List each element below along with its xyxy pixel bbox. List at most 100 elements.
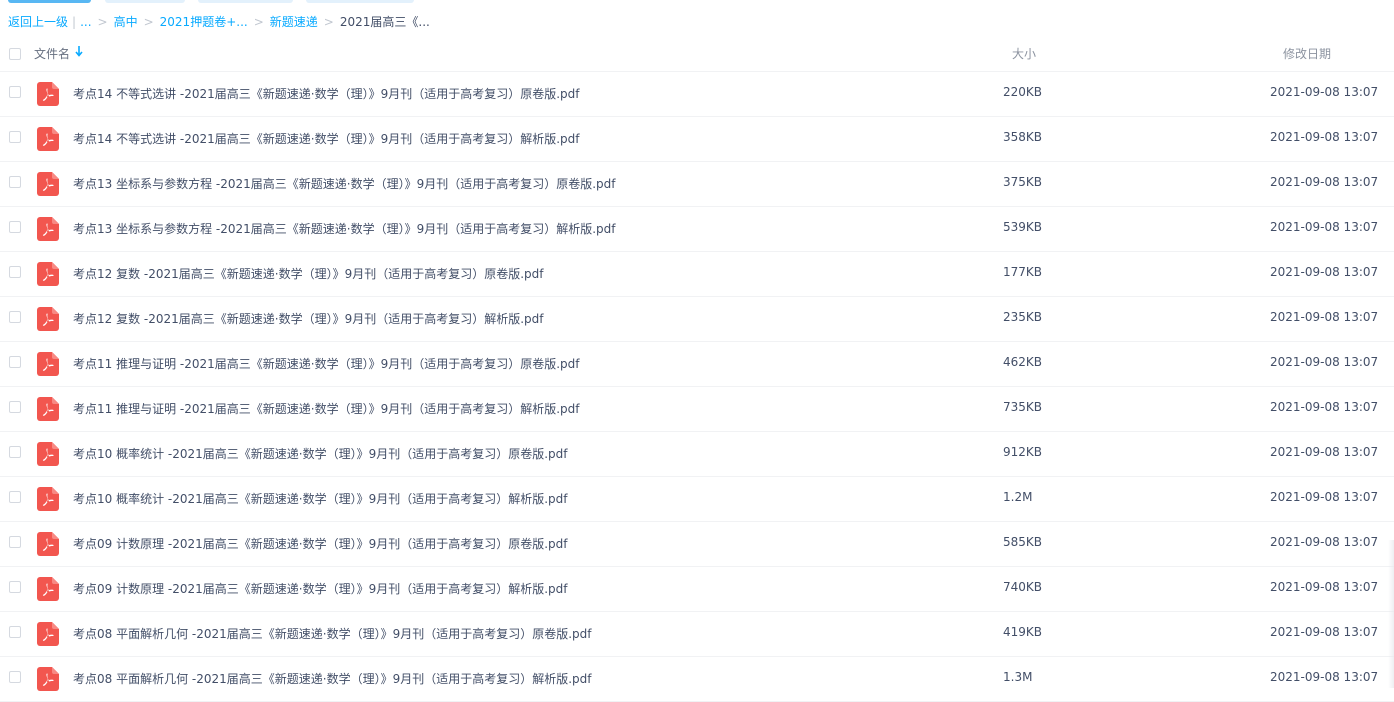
file-size: 375KB: [1003, 175, 1043, 189]
file-row[interactable]: 考点12 复数 -2021届高三《新题速递·数学（理）》9月刊（适用于高考复习）…: [0, 252, 1394, 297]
file-list: 考点14 不等式选讲 -2021届高三《新题速递·数学（理）》9月刊（适用于高考…: [0, 72, 1394, 702]
file-size: 235KB: [1003, 310, 1043, 324]
file-row[interactable]: 考点14 不等式选讲 -2021届高三《新题速递·数学（理）》9月刊（适用于高考…: [0, 72, 1394, 117]
breadcrumb-item-yatijuan[interactable]: 2021押题卷+...: [160, 15, 248, 29]
file-row-checkbox[interactable]: [9, 581, 21, 593]
file-name-link[interactable]: 考点13 坐标系与参数方程 -2021届高三《新题速递·数学（理）》9月刊（适用…: [73, 220, 616, 237]
file-name-link[interactable]: 考点12 复数 -2021届高三《新题速递·数学（理）》9月刊（适用于高考复习）…: [73, 310, 544, 327]
file-size: 740KB: [1003, 580, 1043, 594]
file-modified-date: 2021-09-08 13:07: [1270, 670, 1379, 684]
select-all-checkbox[interactable]: [9, 48, 21, 60]
file-name-link[interactable]: 考点08 平面解析几何 -2021届高三《新题速递·数学（理）》9月刊（适用于高…: [73, 625, 592, 642]
file-row-checkbox[interactable]: [9, 401, 21, 413]
file-modified-date: 2021-09-08 13:07: [1270, 535, 1379, 549]
file-modified-date: 2021-09-08 13:07: [1270, 130, 1379, 144]
column-header-date[interactable]: 修改日期: [1283, 45, 1331, 62]
file-name-link[interactable]: 考点11 推理与证明 -2021届高三《新题速递·数学（理）》9月刊（适用于高考…: [73, 400, 580, 417]
file-name-link[interactable]: 考点14 不等式选讲 -2021届高三《新题速递·数学（理）》9月刊（适用于高考…: [73, 130, 580, 147]
file-row[interactable]: 考点11 推理与证明 -2021届高三《新题速递·数学（理）》9月刊（适用于高考…: [0, 342, 1394, 387]
file-name-link[interactable]: 考点13 坐标系与参数方程 -2021届高三《新题速递·数学（理）》9月刊（适用…: [73, 175, 616, 192]
file-modified-date: 2021-09-08 13:07: [1270, 400, 1379, 414]
file-row[interactable]: 考点13 坐标系与参数方程 -2021届高三《新题速递·数学（理）》9月刊（适用…: [0, 162, 1394, 207]
file-modified-date: 2021-09-08 13:07: [1270, 625, 1379, 639]
file-name-link[interactable]: 考点08 平面解析几何 -2021届高三《新题速递·数学（理）》9月刊（适用于高…: [73, 670, 592, 687]
breadcrumb-current: 2021届高三《...: [339, 15, 430, 29]
breadcrumb-separator: >: [97, 15, 108, 29]
top-tab[interactable]: [105, 0, 185, 3]
file-modified-date: 2021-09-08 13:07: [1270, 490, 1379, 504]
file-size: 1.3M: [1003, 670, 1033, 684]
file-size: 539KB: [1003, 220, 1043, 234]
file-name-link[interactable]: 考点10 概率统计 -2021届高三《新题速递·数学（理）》9月刊（适用于高考复…: [73, 445, 568, 462]
file-row[interactable]: 考点14 不等式选讲 -2021届高三《新题速递·数学（理）》9月刊（适用于高考…: [0, 117, 1394, 162]
file-modified-date: 2021-09-08 13:07: [1270, 220, 1379, 234]
file-name-link[interactable]: 考点12 复数 -2021届高三《新题速递·数学（理）》9月刊（适用于高考复习）…: [73, 265, 544, 282]
file-modified-date: 2021-09-08 13:07: [1270, 85, 1379, 99]
file-row[interactable]: 考点09 计数原理 -2021届高三《新题速递·数学（理）》9月刊（适用于高考复…: [0, 522, 1394, 567]
back-link[interactable]: 返回上一级: [8, 15, 68, 29]
file-name-link[interactable]: 考点14 不等式选讲 -2021届高三《新题速递·数学（理）》9月刊（适用于高考…: [73, 85, 580, 102]
breadcrumb-separator: >: [253, 15, 264, 29]
file-size: 735KB: [1003, 400, 1043, 414]
pdf-file-icon: [37, 352, 59, 376]
file-row-checkbox[interactable]: [9, 311, 21, 323]
file-modified-date: 2021-09-08 13:07: [1270, 445, 1379, 459]
breadcrumb-separator: >: [323, 15, 334, 29]
file-row-checkbox[interactable]: [9, 356, 21, 368]
file-size: 912KB: [1003, 445, 1043, 459]
column-header-name[interactable]: 文件名: [34, 45, 70, 62]
file-row-checkbox[interactable]: [9, 86, 21, 98]
file-row-checkbox[interactable]: [9, 626, 21, 638]
file-row[interactable]: 考点11 推理与证明 -2021届高三《新题速递·数学（理）》9月刊（适用于高考…: [0, 387, 1394, 432]
file-size: 220KB: [1003, 85, 1043, 99]
file-modified-date: 2021-09-08 13:07: [1270, 175, 1379, 189]
file-row-checkbox[interactable]: [9, 176, 21, 188]
breadcrumb-item-xintisudi[interactable]: 新题速递: [270, 15, 318, 29]
pdf-file-icon: [37, 217, 59, 241]
file-size: 358KB: [1003, 130, 1043, 144]
pdf-file-icon: [37, 172, 59, 196]
file-row[interactable]: 考点13 坐标系与参数方程 -2021届高三《新题速递·数学（理）》9月刊（适用…: [0, 207, 1394, 252]
file-row[interactable]: 考点10 概率统计 -2021届高三《新题速递·数学（理）》9月刊（适用于高考复…: [0, 477, 1394, 522]
file-size: 177KB: [1003, 265, 1043, 279]
pdf-file-icon: [37, 127, 59, 151]
pdf-file-icon: [37, 532, 59, 556]
breadcrumb: 返回上一级 |... > 高中 >2021押题卷+... > 新题速递 >2021届高三《..…: [8, 13, 430, 31]
file-row-checkbox[interactable]: [9, 446, 21, 458]
pdf-file-icon: [37, 442, 59, 466]
file-name-link[interactable]: 考点09 计数原理 -2021届高三《新题速递·数学（理）》9月刊（适用于高考复…: [73, 580, 568, 597]
file-name-link[interactable]: 考点10 概率统计 -2021届高三《新题速递·数学（理）》9月刊（适用于高考复…: [73, 490, 568, 507]
top-tab-active[interactable]: [8, 0, 91, 3]
pdf-file-icon: [37, 667, 59, 691]
file-row-checkbox[interactable]: [9, 266, 21, 278]
file-size: 419KB: [1003, 625, 1043, 639]
file-name-link[interactable]: 考点11 推理与证明 -2021届高三《新题速递·数学（理）》9月刊（适用于高考…: [73, 355, 580, 372]
file-row-checkbox[interactable]: [9, 671, 21, 683]
file-modified-date: 2021-09-08 13:07: [1270, 580, 1379, 594]
file-row-checkbox[interactable]: [9, 491, 21, 503]
breadcrumb-ellipsis[interactable]: ...: [80, 15, 91, 29]
pdf-file-icon: [37, 622, 59, 646]
file-size: 585KB: [1003, 535, 1043, 549]
pdf-file-icon: [37, 82, 59, 106]
file-row[interactable]: 考点10 概率统计 -2021届高三《新题速递·数学（理）》9月刊（适用于高考复…: [0, 432, 1394, 477]
breadcrumb-item-gaozhong[interactable]: 高中: [114, 15, 138, 29]
top-tab[interactable]: [306, 0, 414, 3]
file-row[interactable]: 考点08 平面解析几何 -2021届高三《新题速递·数学（理）》9月刊（适用于高…: [0, 657, 1394, 702]
column-header-size[interactable]: 大小: [1012, 45, 1036, 62]
file-name-link[interactable]: 考点09 计数原理 -2021届高三《新题速递·数学（理）》9月刊（适用于高考复…: [73, 535, 568, 552]
top-tab[interactable]: [198, 0, 293, 3]
file-row[interactable]: 考点09 计数原理 -2021届高三《新题速递·数学（理）》9月刊（适用于高考复…: [0, 567, 1394, 612]
file-modified-date: 2021-09-08 13:07: [1270, 310, 1379, 324]
pdf-file-icon: [37, 307, 59, 331]
file-row-checkbox[interactable]: [9, 221, 21, 233]
sort-down-arrow-icon[interactable]: [75, 44, 83, 58]
pdf-file-icon: [37, 262, 59, 286]
breadcrumb-separator: >: [143, 15, 154, 29]
file-size: 1.2M: [1003, 490, 1033, 504]
file-row[interactable]: 考点08 平面解析几何 -2021届高三《新题速递·数学（理）》9月刊（适用于高…: [0, 612, 1394, 657]
scrollbar-edge: [1388, 540, 1394, 688]
file-row-checkbox[interactable]: [9, 131, 21, 143]
file-row[interactable]: 考点12 复数 -2021届高三《新题速递·数学（理）》9月刊（适用于高考复习）…: [0, 297, 1394, 342]
file-row-checkbox[interactable]: [9, 536, 21, 548]
